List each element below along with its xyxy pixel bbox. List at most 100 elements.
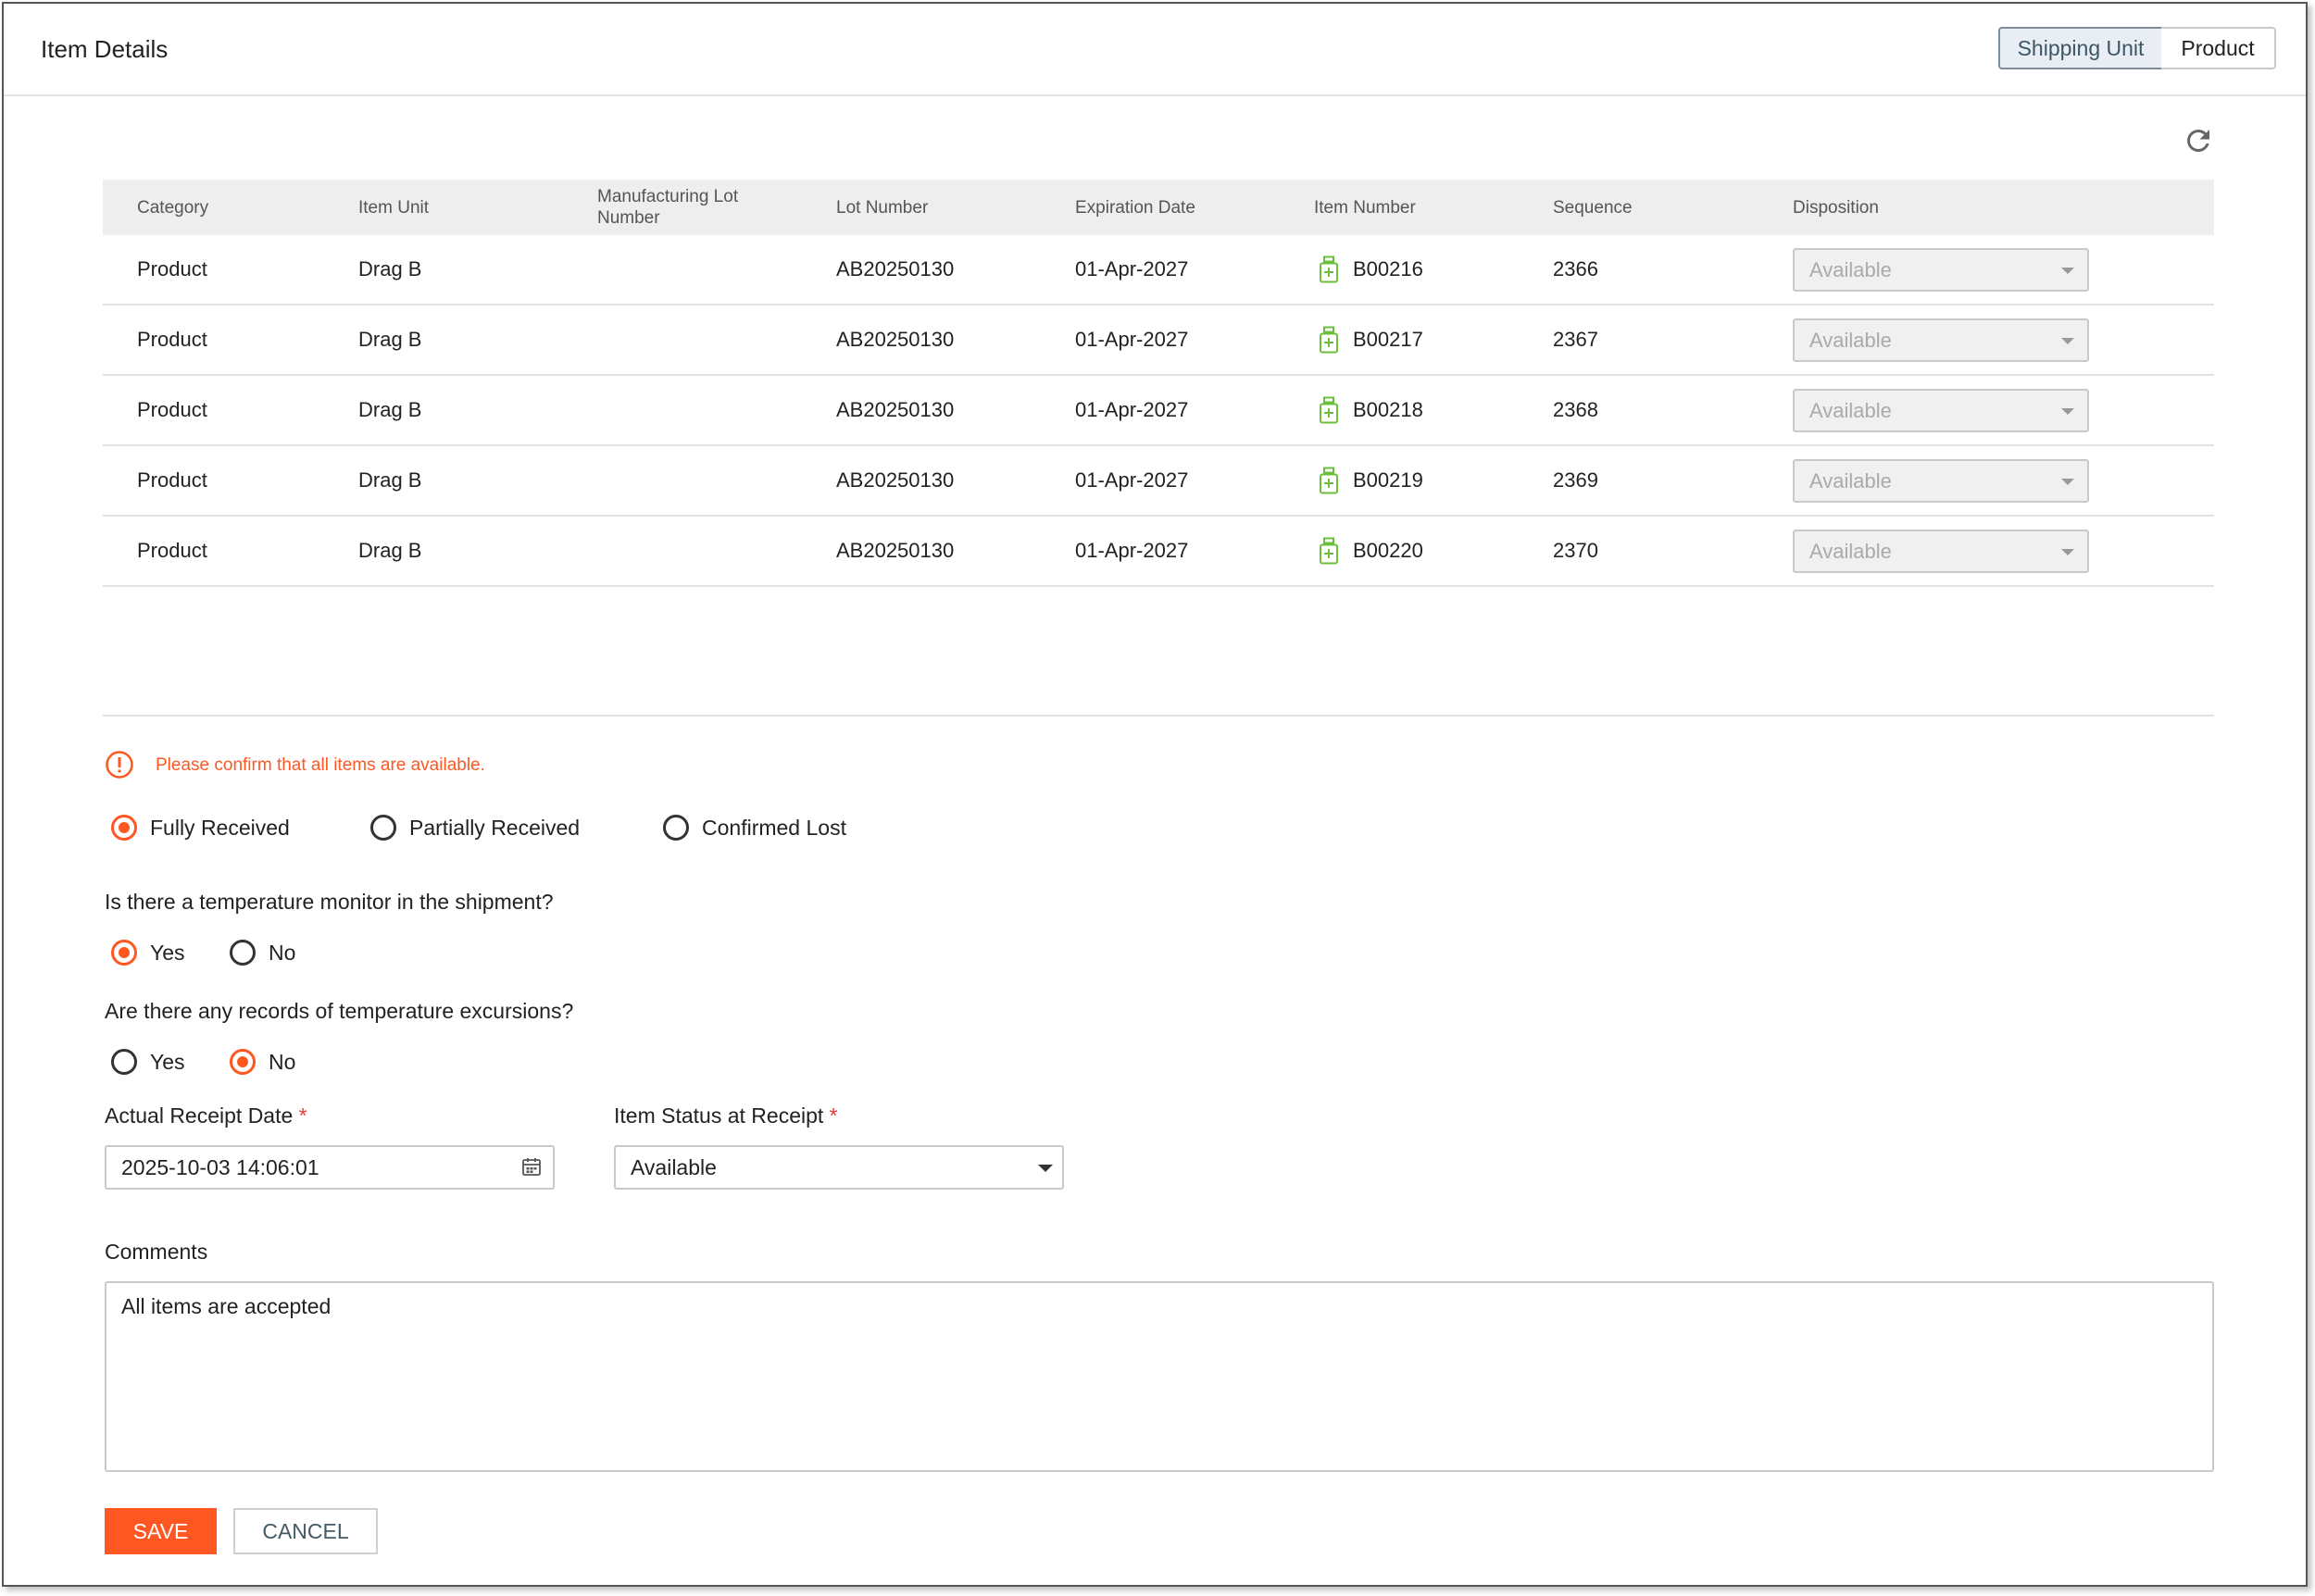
disposition-value: Available — [1809, 468, 1892, 493]
cell-expiration-date: 01-Apr-2027 — [1075, 398, 1189, 421]
table-row: Product Drag B AB20250130 01-Apr-2027 B0… — [103, 235, 2214, 305]
cell-category: Product — [137, 398, 207, 421]
temp-excursions-question: Are there any records of temperature exc… — [105, 999, 574, 1023]
save-button[interactable]: SAVE — [105, 1508, 217, 1554]
disposition-select[interactable]: Available — [1793, 318, 2089, 362]
toggle-shipping-unit[interactable]: Shipping Unit — [1998, 27, 2163, 69]
chevron-down-icon — [2061, 479, 2074, 485]
cancel-button[interactable]: CANCEL — [233, 1508, 378, 1554]
receipt-date-label-text: Actual Receipt Date — [105, 1103, 294, 1128]
cell-item-unit: Drag B — [358, 328, 422, 351]
col-category: Category — [137, 198, 209, 218]
cell-sequence: 2368 — [1553, 398, 1598, 421]
cell-expiration-date: 01-Apr-2027 — [1075, 257, 1189, 281]
cell-category: Product — [137, 539, 207, 562]
cell-sequence: 2366 — [1553, 257, 1598, 281]
receipt-date-value: 2025-10-03 14:06:01 — [121, 1154, 319, 1179]
calendar-icon[interactable] — [521, 1156, 542, 1177]
item-number-value: B00219 — [1353, 468, 1423, 492]
receipt-date-label: Actual Receipt Date * — [105, 1103, 307, 1128]
radio-label: Yes — [150, 1049, 185, 1074]
radio-temp-monitor-yes[interactable]: Yes — [111, 940, 185, 966]
chevron-down-icon — [2061, 549, 2074, 555]
item-status-label-text: Item Status at Receipt — [614, 1103, 824, 1128]
radio-circle — [663, 815, 689, 841]
radio-excursions-yes[interactable]: Yes — [111, 1049, 185, 1075]
toggle-product[interactable]: Product — [2161, 27, 2276, 69]
item-number-value: B00217 — [1353, 328, 1423, 351]
radio-label: Fully Received — [150, 815, 290, 840]
disposition-value: Available — [1809, 328, 1892, 352]
panel-header: Item Details Shipping Unit Product — [4, 4, 2306, 96]
cell-lot-number: AB20250130 — [836, 398, 955, 421]
medicine-bottle-icon — [1320, 326, 1338, 354]
medicine-bottle-icon — [1320, 467, 1338, 494]
col-expiration-date: Expiration Date — [1075, 198, 1195, 218]
radio-excursions-no[interactable]: No — [230, 1049, 295, 1075]
chevron-down-icon — [1038, 1165, 1053, 1172]
radio-label: Confirmed Lost — [702, 815, 846, 840]
radio-fully-received[interactable]: Fully Received — [111, 815, 290, 841]
cell-lot-number: AB20250130 — [836, 257, 955, 281]
disposition-value: Available — [1809, 539, 1892, 563]
radio-circle — [111, 815, 137, 841]
radio-temp-monitor-no[interactable]: No — [230, 940, 295, 966]
section-divider — [103, 715, 2214, 717]
radio-label: No — [269, 940, 296, 965]
cell-category: Product — [137, 257, 207, 281]
disposition-select[interactable]: Available — [1793, 530, 2089, 573]
medicine-bottle-icon — [1320, 256, 1338, 283]
cell-sequence: 2367 — [1553, 328, 1598, 351]
col-item-number: Item Number — [1314, 198, 1416, 218]
table-row: Product Drag B AB20250130 01-Apr-2027 B0… — [103, 376, 2214, 446]
cell-sequence: 2370 — [1553, 539, 1598, 562]
cell-category: Product — [137, 468, 207, 492]
radio-circle — [111, 940, 137, 966]
cell-item-number: B00218 — [1318, 376, 1423, 444]
cell-lot-number: AB20250130 — [836, 468, 955, 492]
temp-monitor-question: Is there a temperature monitor in the sh… — [105, 890, 554, 914]
page-title: Item Details — [41, 35, 169, 63]
item-number-value: B00216 — [1353, 257, 1423, 281]
item-details-panel: Item Details Shipping Unit Product Categ… — [2, 2, 2308, 1587]
required-mark: * — [829, 1103, 838, 1128]
comments-textarea[interactable]: All items are accepted — [105, 1281, 2214, 1472]
item-status-value: Available — [631, 1154, 717, 1179]
disposition-select[interactable]: Available — [1793, 248, 2089, 292]
radio-partially-received[interactable]: Partially Received — [370, 815, 580, 841]
disposition-select[interactable]: Available — [1793, 459, 2089, 503]
disposition-value: Available — [1809, 257, 1892, 281]
col-item-unit: Item Unit — [358, 198, 430, 218]
refresh-icon[interactable] — [2182, 124, 2215, 157]
receipt-date-input[interactable]: 2025-10-03 14:06:01 — [105, 1145, 555, 1190]
cell-expiration-date: 01-Apr-2027 — [1075, 468, 1189, 492]
table-row: Product Drag B AB20250130 01-Apr-2027 B0… — [103, 446, 2214, 517]
item-status-select[interactable]: Available — [614, 1145, 1064, 1190]
col-lot-number: Lot Number — [836, 198, 929, 218]
col-manufacturing-lot: Manufacturing Lot Number — [597, 187, 739, 228]
cell-item-unit: Drag B — [358, 468, 422, 492]
cell-lot-number: AB20250130 — [836, 328, 955, 351]
warning-icon — [106, 751, 133, 779]
medicine-bottle-icon — [1320, 537, 1338, 565]
radio-confirmed-lost[interactable]: Confirmed Lost — [663, 815, 846, 841]
disposition-select[interactable]: Available — [1793, 389, 2089, 432]
radio-label: Partially Received — [409, 815, 581, 840]
cell-lot-number: AB20250130 — [836, 539, 955, 562]
cell-item-number: B00217 — [1318, 305, 1423, 374]
cell-item-number: B00216 — [1318, 235, 1423, 304]
item-number-value: B00218 — [1353, 398, 1423, 421]
col-sequence: Sequence — [1553, 198, 1633, 218]
medicine-bottle-icon — [1320, 396, 1338, 424]
cell-item-unit: Drag B — [358, 257, 422, 281]
radio-label: No — [269, 1049, 296, 1074]
radio-circle — [230, 940, 256, 966]
required-mark: * — [298, 1103, 307, 1128]
table-row: Product Drag B AB20250130 01-Apr-2027 B0… — [103, 305, 2214, 376]
chevron-down-icon — [2061, 268, 2074, 274]
cell-sequence: 2369 — [1553, 468, 1598, 492]
comments-label: Comments — [105, 1240, 208, 1264]
chevron-down-icon — [2061, 338, 2074, 344]
cell-expiration-date: 01-Apr-2027 — [1075, 328, 1189, 351]
item-number-value: B00220 — [1353, 539, 1423, 562]
